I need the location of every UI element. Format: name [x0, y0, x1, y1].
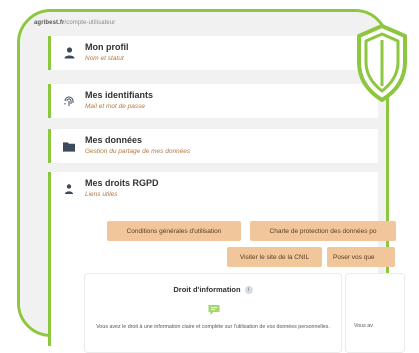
- cnil-site-button[interactable]: Visiter le site de la CNIL: [227, 247, 322, 267]
- browser-url[interactable]: agribest.fr/compte-utilisateur: [34, 20, 115, 26]
- section-title: Mes données: [85, 135, 143, 145]
- section-rgpd[interactable]: Mes droits RGPD Liens utiles: [48, 172, 378, 206]
- url-path: /compte-utilisateur: [64, 20, 116, 26]
- shield-badge: [353, 20, 411, 108]
- card-text: Vous av: [354, 323, 373, 329]
- info-card-partial: Vous av: [345, 273, 405, 353]
- section-data[interactable]: Mes données Gestion du partage de mes do…: [48, 129, 378, 163]
- section-subtitle: Nom et statut: [85, 55, 124, 62]
- section-title: Mes droits RGPD: [85, 178, 159, 188]
- section-subtitle: Liens utiles: [85, 191, 118, 198]
- privacy-charter-button[interactable]: Charte de protection des données po: [250, 221, 396, 241]
- fingerprint-icon: [63, 95, 75, 107]
- card-title: Droit d'information i: [85, 285, 341, 294]
- ask-questions-button[interactable]: Poser vos que: [327, 247, 395, 267]
- info-icon[interactable]: i: [244, 286, 253, 294]
- shield-icon: [357, 24, 407, 102]
- info-right-card: Droit d'information i Vous avez le droit …: [84, 273, 342, 353]
- section-subtitle: Gestion du partage de mes données: [85, 148, 191, 155]
- section-title: Mon profil: [85, 42, 129, 52]
- section-subtitle: Mail et mot de passe: [85, 103, 145, 110]
- section-title: Mes identifiants: [85, 90, 154, 100]
- card-title-text: Droit d'information: [173, 285, 241, 294]
- section-profile[interactable]: Mon profil Nom et statut: [48, 36, 378, 70]
- terms-button[interactable]: Conditions générales d'utilisation: [107, 221, 241, 241]
- url-host: agribest.fr: [34, 20, 65, 26]
- user-shield-icon: [63, 183, 75, 195]
- card-text: Vous avez le droit à une information cla…: [96, 324, 330, 330]
- chat-icon: [208, 303, 220, 315]
- section-credentials[interactable]: Mes identifiants Mail et mot de passe: [48, 84, 378, 118]
- person-icon: [63, 47, 75, 59]
- folder-icon: [63, 140, 75, 152]
